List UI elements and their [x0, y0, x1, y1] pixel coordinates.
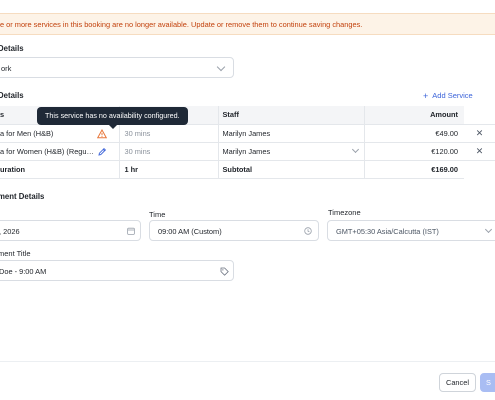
subtotal-value: €169.00 [364, 160, 464, 179]
location-select-value: ork [1, 64, 12, 73]
tooltip-text: This service has no availability configu… [45, 111, 180, 120]
location-select[interactable]: ork [0, 57, 234, 78]
column-header-staff: Staff [218, 106, 365, 125]
footer-divider [0, 361, 495, 362]
clock-icon [304, 227, 312, 235]
remove-service-button[interactable]: ✕ [464, 142, 495, 161]
service-name-cell[interactable]: a for Men (H&B) [0, 124, 120, 143]
time-label: Time [149, 210, 166, 219]
availability-tooltip: This service has no availability configu… [37, 107, 188, 129]
column-header-actions [464, 106, 495, 125]
timezone-select[interactable]: GMT+05:30 Asia/Calcutta (IST) [327, 220, 495, 241]
remove-service-button[interactable]: ✕ [464, 124, 495, 143]
calendar-icon [127, 227, 135, 235]
total-row-spacer [464, 160, 495, 178]
appointment-title-input[interactable]: Doe - 9:00 AM [0, 260, 234, 281]
total-duration-value: 1 hr [119, 160, 219, 179]
amount-cell: €120.00 [364, 142, 464, 161]
close-icon: ✕ [475, 127, 484, 138]
save-button[interactable]: S [480, 373, 495, 392]
date-value: , 2026 [0, 227, 20, 236]
banner-message: e or more services in this booking are n… [0, 20, 363, 29]
chevron-down-icon [351, 145, 359, 153]
staff-select[interactable]: Marilyn James [218, 142, 365, 161]
date-input[interactable]: , 2026 [0, 220, 141, 241]
total-row: uration 1 hr Subtotal €169.00 [0, 160, 495, 179]
appointment-details-title: ment Details [0, 192, 45, 201]
plus-icon: + [423, 90, 429, 101]
time-value: 09:00 AM (Custom) [158, 227, 222, 236]
warning-icon[interactable] [97, 128, 107, 139]
timezone-label: Timezone [328, 208, 361, 217]
appointment-title-label: ment Title [0, 249, 31, 258]
tooltip-arrow [109, 125, 117, 129]
timezone-value: GMT+05:30 Asia/Calcutta (IST) [336, 227, 439, 236]
duration-cell: 30 mins [119, 124, 219, 143]
close-icon: ✕ [475, 145, 484, 156]
table-row: a for Men (H&B) 30 mins Marilyn James €4… [0, 124, 495, 143]
duration-cell: 30 mins [119, 142, 219, 161]
unavailable-services-banner: e or more services in this booking are n… [0, 13, 495, 35]
column-header-amount: Amount [364, 106, 464, 125]
appointment-title-value: Doe - 9:00 AM [0, 267, 47, 276]
pencil-icon[interactable] [97, 147, 107, 157]
table-row: a for Women (H&B) (Regu… 30 mins Marilyn… [0, 142, 495, 161]
amount-cell: €49.00 [364, 124, 464, 143]
chevron-down-icon [484, 225, 493, 234]
staff-cell: Marilyn James [218, 124, 365, 143]
booking-details-title: Details [0, 44, 24, 53]
tag-icon [220, 267, 229, 276]
subtotal-label: Subtotal [218, 160, 365, 179]
total-duration-label: uration [0, 160, 120, 179]
service-name-cell[interactable]: a for Women (H&B) (Regu… [0, 142, 120, 161]
add-service-button[interactable]: + Add Service [423, 90, 473, 101]
staff-select-value: Marilyn James [222, 146, 271, 156]
chevron-down-icon [216, 62, 226, 72]
service-name: a for Women (H&B) (Regu… [0, 146, 94, 156]
add-service-label: Add Service [432, 91, 473, 100]
service-details-title: Details [0, 91, 24, 100]
service-name: a for Men (H&B) [0, 128, 54, 138]
cancel-button[interactable]: Cancel [439, 373, 476, 392]
time-input[interactable]: 09:00 AM (Custom) [149, 220, 319, 241]
